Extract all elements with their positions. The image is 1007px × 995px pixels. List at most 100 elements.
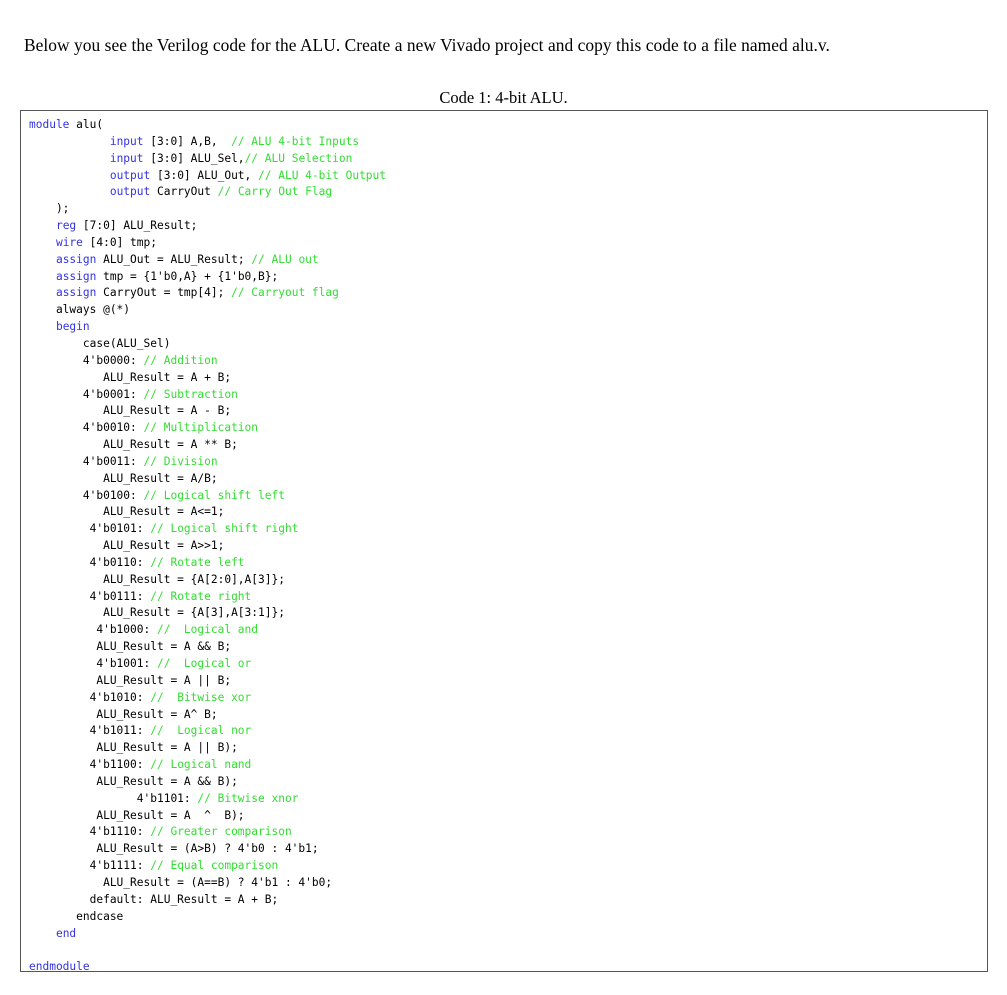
code-token-pln: ALU_Result = (A==B) ? 4'b1 : 4'b0; (29, 875, 333, 889)
code-token-kw: input (109, 134, 144, 148)
code-line: output [3:0] ALU_Out, // ALU 4-bit Outpu… (29, 168, 987, 185)
code-token-pln: ALU_Result = A || B); (29, 741, 238, 755)
code-line: ALU_Result = A^ B; (29, 707, 987, 724)
code-token-cmt: // ALU 4-bit Inputs (231, 134, 360, 148)
code-line: 4'b0111: // Rotate right (29, 589, 987, 606)
code-line: ALU_Result = A ** B; (29, 437, 987, 454)
code-line: ALU_Result = A ^ B); (29, 808, 987, 825)
code-line: ALU_Result = A>>1; (29, 538, 987, 555)
code-token-pln: [3:0] ALU_Out, (150, 168, 259, 182)
code-token-pln: 4'b1011: (29, 724, 151, 738)
code-token-cmt: // Logical or (156, 657, 252, 670)
code-token-cmt: // Rotate right (150, 589, 252, 603)
code-line: 4'b0100: // Logical shift left (29, 488, 987, 505)
code-token-pln: ALU_Result = A^ B; (29, 707, 218, 721)
code-line: ALU_Result = (A>B) ? 4'b0 : 4'b1; (29, 841, 987, 858)
code-token-pln (29, 320, 56, 333)
code-token-cmt: // Addition (143, 353, 218, 367)
code-token-kw: input (109, 151, 144, 165)
code-line: 4'b0101: // Logical shift right (29, 521, 987, 538)
code-token-cmt: // Logical and (156, 623, 259, 637)
code-token-pln (29, 286, 56, 299)
code-token-cmt: // Multiplication (143, 421, 259, 435)
code-token-cmt: // Equal comparison (150, 859, 279, 873)
code-line: endcase (29, 909, 987, 926)
code-token-pln: ALU_Result = A ^ B); (29, 808, 245, 822)
code-token-pln: ALU_Result = A && B; (29, 640, 232, 654)
code-line: wire [4:0] tmp; (29, 235, 987, 252)
code-token-kw: reg (55, 219, 77, 233)
code-token-pln: 4'b1100: (29, 758, 151, 772)
code-token-pln (29, 219, 56, 232)
code-line: ALU_Result = {A[2:0],A[3]}; (29, 572, 987, 589)
code-line: 4'b1101: // Bitwise xnor (29, 791, 987, 808)
code-line: ALU_Result = A || B; (29, 673, 987, 690)
verilog-code-listing: module alu( input [3:0] A,B, // ALU 4-bi… (21, 111, 987, 972)
code-token-kw: assign (55, 269, 97, 283)
code-token-pln (29, 927, 56, 940)
code-line: always @(*) (29, 302, 987, 319)
code-token-pln: always @(*) (29, 303, 131, 317)
code-token-pln: tmp = {1'b0,A} + {1'b0,B}; (96, 269, 279, 283)
code-token-cmt: // Logical shift left (143, 488, 285, 502)
code-token-pln: ALU_Out = ALU_Result; (96, 252, 252, 266)
code-line: ALU_Result = (A==B) ? 4'b1 : 4'b0; (29, 875, 987, 892)
code-token-pln: 4'b0001: (29, 387, 144, 401)
code-token-kw: output (109, 185, 151, 199)
code-token-pln: ALU_Result = A ** B; (29, 438, 238, 452)
code-line: assign CarryOut = tmp[4]; // Carryout fl… (29, 285, 987, 302)
code-listing-caption: Code 1: 4-bit ALU. (439, 88, 568, 107)
code-token-kw: output (109, 168, 151, 182)
code-line: assign tmp = {1'b0,A} + {1'b0,B}; (29, 269, 987, 286)
code-token-pln: [3:0] A,B, (143, 134, 232, 148)
code-token-pln: endcase (29, 909, 124, 923)
code-token-pln: 4'b0100: (29, 488, 144, 502)
code-line: ALU_Result = A<=1; (29, 504, 987, 521)
code-token-cmt: // Logical nor (150, 724, 252, 738)
code-token-pln: 4'b0110: (29, 555, 151, 569)
code-line: 4'b1111: // Equal comparison (29, 858, 987, 875)
code-token-pln: case(ALU_Sel) (29, 336, 171, 350)
code-token-pln: 4'b0111: (29, 589, 151, 603)
code-line: 4'b1100: // Logical nand (29, 757, 987, 774)
code-token-kw: assign (55, 252, 97, 266)
code-token-kw: wire (55, 235, 83, 249)
code-token-pln: 4'b0000: (29, 353, 144, 367)
document-page: Below you see the Verilog code for the A… (0, 0, 1007, 995)
code-line: 4'b1011: // Logical nor (29, 723, 987, 740)
code-token-pln: ALU_Result = A - B; (29, 404, 232, 418)
code-token-cmt: // Greater comparison (150, 825, 292, 839)
code-token-pln: ALU_Result = A/B; (29, 471, 218, 485)
code-listing-box: module alu( input [3:0] A,B, // ALU 4-bi… (20, 110, 988, 972)
code-token-cmt: // Rotate left (150, 555, 245, 569)
code-token-kw: module (29, 118, 70, 131)
code-token-cmt: // Division (143, 454, 218, 468)
code-token-cmt: // Carry Out Flag (217, 185, 333, 199)
code-line: reg [7:0] ALU_Result; (29, 218, 987, 235)
code-line: ALU_Result = {A[3],A[3:1]}; (29, 605, 987, 622)
code-token-pln: alu( (69, 118, 104, 131)
code-line: input [3:0] ALU_Sel,// ALU Selection (29, 151, 987, 168)
code-token-pln: 4'b1110: (29, 825, 151, 839)
code-line: begin (29, 319, 987, 336)
code-token-pln: [7:0] ALU_Result; (76, 219, 198, 233)
code-token-cmt: // Bitwise xnor (197, 791, 299, 805)
code-token-pln (29, 135, 110, 148)
code-token-pln (29, 152, 110, 165)
code-token-kw: endmodule (29, 960, 90, 972)
code-line: 4'b0001: // Subtraction (29, 387, 987, 404)
code-line: 4'b1110: // Greater comparison (29, 824, 987, 841)
code-token-pln: 4'b0011: (29, 454, 144, 468)
code-token-cmt: // Carryout flag (231, 286, 339, 300)
code-line: ALU_Result = A + B; (29, 370, 987, 387)
code-token-pln: ALU_Result = A>>1; (29, 539, 225, 553)
code-token-pln: 4'b1010: (29, 690, 151, 704)
code-line: default: ALU_Result = A + B; (29, 892, 987, 909)
code-line: module alu( (29, 117, 987, 134)
code-line: input [3:0] A,B, // ALU 4-bit Inputs (29, 134, 987, 151)
code-token-pln (29, 169, 110, 182)
code-token-pln: ALU_Result = A + B; (29, 370, 232, 384)
code-token-pln (29, 253, 56, 266)
code-line: assign ALU_Out = ALU_Result; // ALU out (29, 252, 987, 269)
